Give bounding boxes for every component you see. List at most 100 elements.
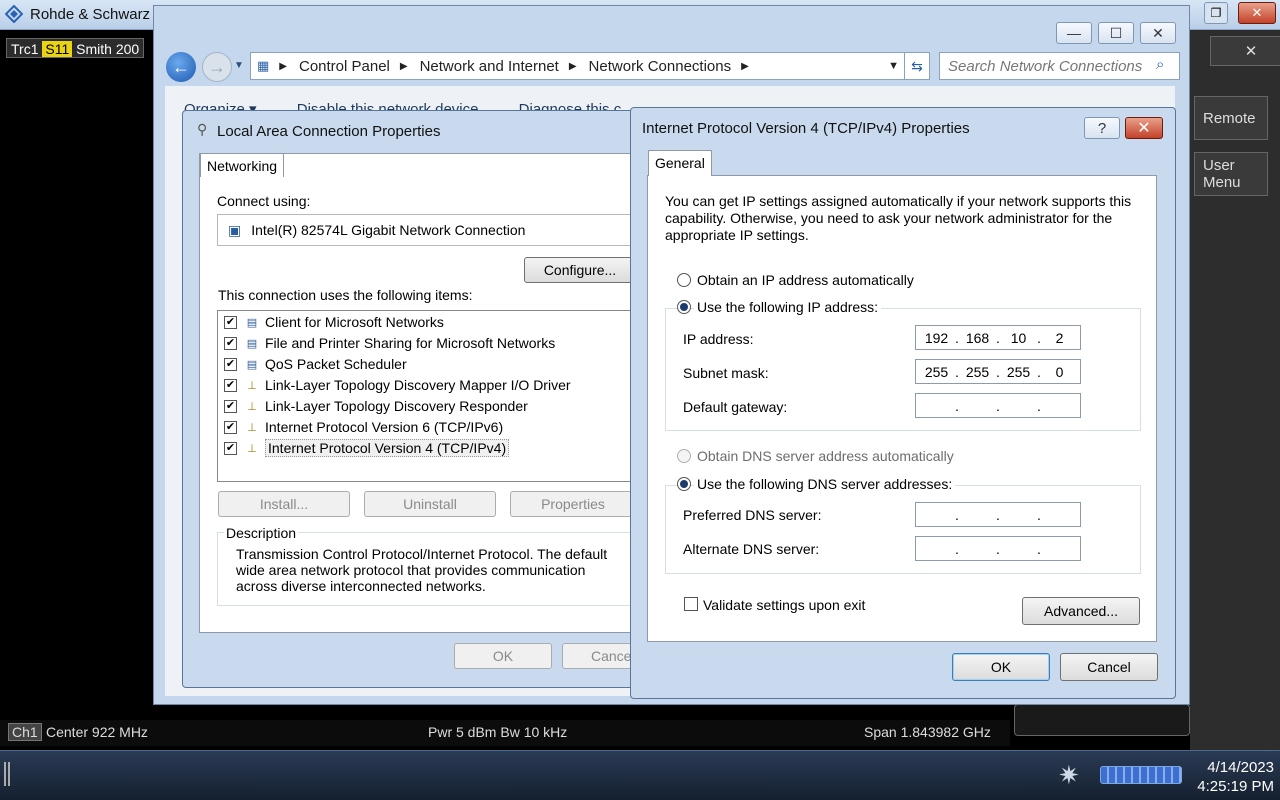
mask-octet[interactable]: 255 [1002,364,1035,380]
help-icon: ? [1097,119,1107,137]
mask-octet[interactable]: 255 [961,364,994,380]
manual-dns-label[interactable]: Use the following DNS server addresses: [694,476,956,492]
ip-address-label: IP address: [683,331,754,347]
ip-octet[interactable]: 192 [920,330,953,346]
ipv4-dialog-title: Internet Protocol Version 4 (TCP/IPv4) P… [642,120,970,137]
protocol-icon: ⊥ [247,400,257,413]
auto-dns-radio[interactable] [677,449,691,463]
power-bandwidth: Pwr 5 dBm Bw 10 kHz [428,724,568,740]
ip-address-field[interactable]: 192. 168. 10. 2 [915,325,1081,350]
manual-dns-radio[interactable] [677,477,691,491]
connect-using-label: Connect using: [217,193,311,209]
explorer-close-button[interactable]: ✕ [1140,22,1176,44]
history-dropdown[interactable]: ▼ [234,60,244,71]
auto-dns-label[interactable]: Obtain DNS server address automatically [697,448,954,464]
list-item[interactable]: ✔ ▤ File and Printer Sharing for Microso… [224,333,555,353]
refresh-icon: ⇆ [911,57,923,74]
chevron-right-icon[interactable]: ▶ [569,61,577,72]
taskbar-clock[interactable]: 4/14/2023 4:25:19 PM [1197,758,1274,796]
trace-label[interactable]: Trc1 S11 Smith 200 [6,38,145,58]
tab-general[interactable]: General [648,150,712,176]
item-checkbox[interactable]: ✔ [224,357,237,371]
span-freq: Span 1.843982 GHz [864,724,991,740]
network-service-icon: ▤ [246,358,258,371]
refresh-button[interactable]: ⇆ [904,52,930,80]
adapter-name: Intel(R) 82574L Gigabit Network Connecti… [251,222,526,238]
ipv4-cancel-button[interactable]: Cancel [1060,653,1158,681]
chevron-down-icon[interactable]: ▼ [888,60,899,72]
alternate-dns-field[interactable]: . . . [915,536,1081,561]
list-item[interactable]: ✔ ▤ Client for Microsoft Networks [224,312,444,332]
breadcrumb-control-panel[interactable]: Control Panel [299,58,390,75]
forward-button[interactable]: → [202,52,232,82]
breadcrumb-network-internet[interactable]: Network and Internet [420,58,559,75]
lan-ok-button[interactable]: OK [454,643,552,669]
maximize-button[interactable]: ☐ [1098,22,1134,44]
uninstall-button[interactable]: Uninstall [364,491,496,517]
manual-ip-label[interactable]: Use the following IP address: [694,299,882,315]
chevron-right-icon[interactable]: ▶ [279,61,287,72]
list-item[interactable]: ✔ ⊥ Link-Layer Topology Discovery Mapper… [224,375,571,395]
tab-networking[interactable]: Networking [200,153,285,177]
mask-octet[interactable]: 0 [1043,364,1076,380]
ipv4-close-button[interactable]: ✕ [1125,117,1163,139]
minimize-button[interactable]: — [1056,22,1092,44]
item-checkbox[interactable]: ✔ [224,378,237,392]
item-checkbox[interactable]: ✔ [224,420,237,434]
lan-cancel-button[interactable]: Cance [562,643,632,669]
validate-checkbox[interactable] [684,597,698,611]
item-checkbox[interactable]: ✔ [224,315,237,329]
item-checkbox[interactable]: ✔ [224,441,237,455]
battery-tray-icon[interactable] [1100,766,1182,784]
configure-button[interactable]: Configure... [524,257,636,283]
properties-button[interactable]: Properties [510,491,636,517]
restore-icon: ❐ [1210,6,1222,20]
manual-ip-radio[interactable] [677,300,691,314]
softkey-empty[interactable] [1014,704,1190,736]
item-checkbox[interactable]: ✔ [224,399,237,413]
address-bar[interactable]: ▦ ▶ Control Panel ▶ Network and Internet… [250,52,906,80]
control-panel-icon: ▦ [257,58,270,73]
validate-label[interactable]: Validate settings upon exit [703,597,865,613]
list-item-selected[interactable]: ✔ ⊥ Internet Protocol Version 4 (TCP/IPv… [224,438,510,458]
instrument-statusbar: Ch1 Center 922 MHz Pwr 5 dBm Bw 10 kHz S… [0,720,1010,746]
channel-label[interactable]: Ch1 [8,723,42,741]
mask-octet[interactable]: 255 [920,364,953,380]
minimize-icon: — [1067,25,1081,41]
ipv4-ok-button[interactable]: OK [952,653,1050,681]
help-button[interactable]: ? [1084,117,1120,139]
softkey-user-menu[interactable]: User Menu [1194,152,1268,196]
ip-octet[interactable]: 10 [1002,330,1035,346]
search-icon[interactable]: ⌕ [1156,56,1164,73]
ip-octet[interactable]: 2 [1043,330,1076,346]
breadcrumb-network-connections[interactable]: Network Connections [589,58,732,75]
auto-ip-label[interactable]: Obtain an IP address automatically [697,272,914,288]
preferred-dns-field[interactable]: . . . [915,502,1081,527]
softkey-remote[interactable]: Remote [1194,96,1268,140]
subnet-mask-field[interactable]: 255. 255. 255. 0 [915,359,1081,384]
protocol-icon: ⊥ [247,421,257,434]
network-card-icon: ▣ [228,221,242,238]
app-close-button[interactable]: ✕ [1238,2,1276,24]
chevron-right-icon[interactable]: ▶ [741,61,749,72]
network-tray-icon[interactable]: ✷ [1058,760,1080,791]
chevron-right-icon[interactable]: ▶ [400,61,408,72]
auto-ip-radio[interactable] [677,273,691,287]
install-button[interactable]: Install... [218,491,350,517]
item-checkbox[interactable]: ✔ [224,336,237,350]
search-input[interactable]: Search Network Connections [939,52,1180,80]
alternate-dns-label: Alternate DNS server: [683,541,820,557]
item-label: Link-Layer Topology Discovery Responder [265,398,528,414]
back-button[interactable]: ← [166,52,196,82]
app-restore-button[interactable]: ❐ [1204,2,1228,24]
default-gateway-field[interactable]: . . . [915,393,1081,418]
softkey-close-button[interactable]: ✕ [1210,36,1280,66]
item-label: Internet Protocol Version 6 (TCP/IPv6) [265,419,504,435]
ip-octet[interactable]: 168 [961,330,994,346]
item-label: QoS Packet Scheduler [265,356,407,372]
taskbar-grip[interactable] [4,762,10,786]
list-item[interactable]: ✔ ⊥ Link-Layer Topology Discovery Respon… [224,396,528,416]
list-item[interactable]: ✔ ▤ QoS Packet Scheduler [224,354,407,374]
list-item[interactable]: ✔ ⊥ Internet Protocol Version 6 (TCP/IPv… [224,417,503,437]
advanced-button[interactable]: Advanced... [1022,597,1140,625]
